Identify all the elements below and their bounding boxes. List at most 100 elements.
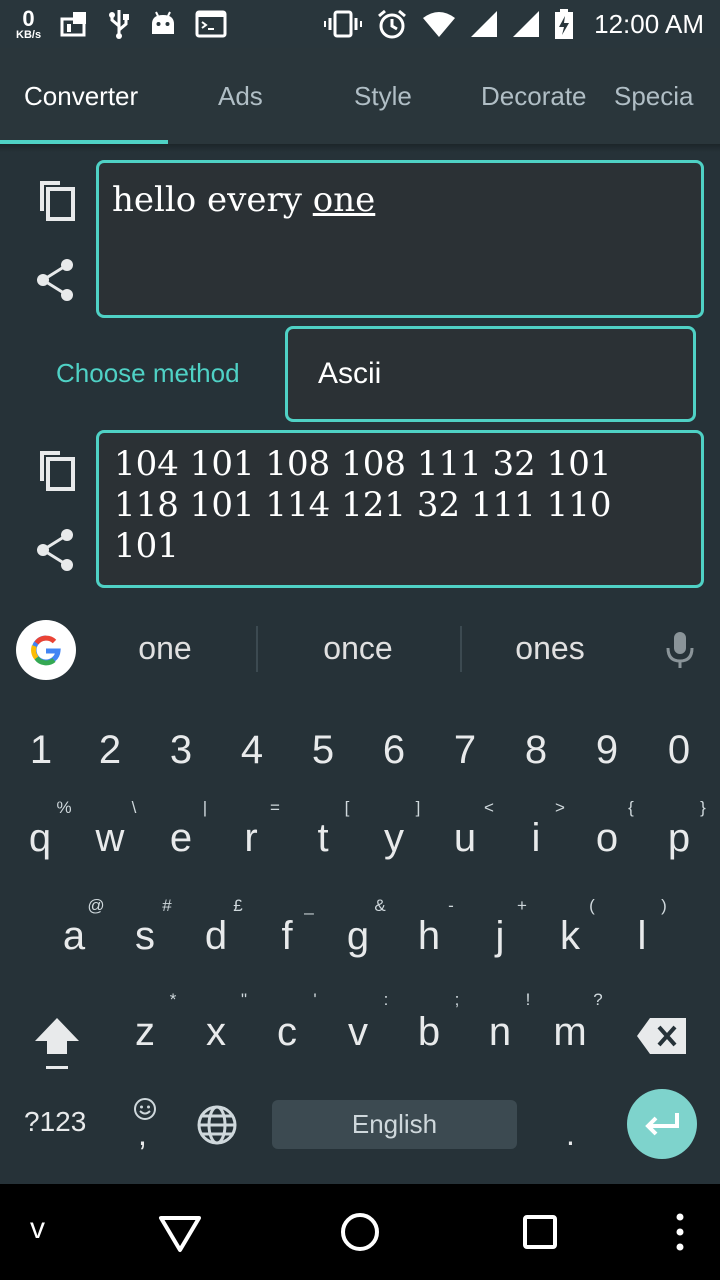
key-letter[interactable]: g	[328, 914, 388, 959]
key-hint: +	[517, 896, 527, 915]
key-number[interactable]: 6	[364, 728, 424, 773]
alarm-icon	[378, 9, 407, 39]
key-letter[interactable]: f	[257, 914, 317, 959]
key-hint: '	[313, 990, 317, 1009]
key-letter[interactable]: w	[80, 816, 140, 861]
key-letter[interactable]: q	[10, 816, 70, 861]
share-output-icon[interactable]	[34, 528, 78, 572]
key-letter[interactable]: n	[470, 1010, 530, 1055]
key-letter[interactable]: e	[151, 816, 211, 861]
collapse-keyboard-button[interactable]: v	[30, 1212, 45, 1246]
globe-icon[interactable]	[196, 1104, 238, 1146]
key-letter[interactable]: u	[435, 816, 495, 861]
key-hint: (	[589, 896, 595, 915]
key-number[interactable]: 5	[293, 728, 353, 773]
battery-charging-icon	[555, 9, 574, 39]
recents-icon[interactable]	[522, 1214, 558, 1250]
comma-key[interactable]: ,	[138, 1116, 147, 1153]
key-letter[interactable]: m	[540, 1010, 600, 1055]
terminal-icon	[195, 10, 227, 38]
wifi-icon	[423, 12, 456, 37]
microphone-icon[interactable]	[664, 630, 696, 670]
key-letter[interactable]: r	[221, 816, 281, 861]
key-number[interactable]: 1	[11, 728, 71, 773]
key-letter[interactable]: d	[186, 914, 246, 959]
period-key[interactable]: .	[566, 1116, 575, 1153]
key-letter[interactable]: z	[115, 1010, 175, 1055]
suggestion-2[interactable]: once	[262, 604, 454, 692]
back-icon[interactable]	[158, 1214, 202, 1254]
key-letter[interactable]: c	[257, 1010, 317, 1055]
signal-icon	[471, 11, 498, 37]
signal-icon-2	[513, 11, 540, 37]
android-debug-icon	[152, 11, 175, 34]
key-number[interactable]: 3	[151, 728, 211, 773]
suggestion-3[interactable]: ones	[466, 604, 634, 692]
navigation-bar: v	[0, 1184, 720, 1280]
key-hint: @	[87, 896, 105, 915]
key-letter[interactable]: t	[293, 816, 353, 861]
key-hint: |	[202, 798, 208, 817]
key-letter[interactable]: l	[612, 914, 672, 959]
key-number[interactable]: 8	[506, 728, 566, 773]
home-icon[interactable]	[340, 1212, 380, 1252]
enter-arrow-icon	[645, 1113, 679, 1136]
key-letter[interactable]: h	[399, 914, 459, 959]
key-hint: }	[700, 798, 706, 817]
data-icon	[60, 12, 87, 37]
key-number[interactable]: 9	[577, 728, 637, 773]
key-letter[interactable]: j	[470, 914, 530, 959]
key-letter[interactable]: x	[186, 1010, 246, 1055]
key-hint: ?	[593, 990, 603, 1009]
key-letter[interactable]: p	[649, 816, 709, 861]
key-hint: {	[628, 798, 634, 817]
input-text-prefix: hello every	[112, 180, 313, 220]
usb-icon	[109, 10, 130, 39]
tab-shadow	[0, 144, 720, 152]
google-logo-button[interactable]	[16, 620, 76, 680]
key-hint: :	[383, 990, 389, 1009]
key-letter[interactable]: k	[540, 914, 600, 959]
key-number[interactable]: 2	[80, 728, 140, 773]
key-hint: =	[270, 798, 280, 817]
key-hint: \	[131, 798, 137, 817]
suggestion-divider	[460, 626, 462, 672]
choose-method-label: Choose method	[56, 358, 240, 388]
key-number[interactable]: 4	[222, 728, 282, 773]
key-letter[interactable]: b	[399, 1010, 459, 1055]
copy-output-icon[interactable]	[34, 448, 78, 492]
backspace-key-icon[interactable]	[636, 1016, 688, 1056]
suggestion-1[interactable]: one	[80, 604, 250, 692]
status-bar: 0 KB/s 12:00 AM	[0, 0, 720, 48]
key-hint: %	[56, 798, 72, 817]
symbols-key[interactable]: ?123	[24, 1106, 86, 1138]
clock: 12:00 AM	[594, 8, 704, 39]
key-hint: £	[233, 896, 243, 915]
key-number[interactable]: 7	[435, 728, 495, 773]
tab-converter[interactable]: Converter	[24, 48, 138, 144]
key-letter[interactable]: a	[44, 914, 104, 959]
tab-bar: Converter Ads Style Decorate Specia	[0, 48, 720, 144]
key-letter[interactable]: y	[364, 816, 424, 861]
enter-key[interactable]	[627, 1089, 697, 1159]
key-letter[interactable]: v	[328, 1010, 388, 1055]
space-bar[interactable]: English	[272, 1100, 517, 1149]
key-hint: ]	[415, 798, 421, 817]
more-options-icon[interactable]	[674, 1212, 686, 1252]
network-speed-value: 0	[22, 5, 35, 31]
key-letter[interactable]: i	[506, 816, 566, 861]
network-speed: 0 KB/s	[16, 5, 41, 41]
copy-input-icon[interactable]	[34, 178, 78, 222]
vibrate-icon	[324, 10, 363, 38]
share-input-icon[interactable]	[34, 258, 78, 302]
tab-ads[interactable]: Ads	[218, 48, 263, 144]
tab-decorate[interactable]: Decorate	[481, 48, 587, 144]
key-letter[interactable]: s	[115, 914, 175, 959]
tab-special[interactable]: Specia	[614, 48, 694, 144]
tab-style[interactable]: Style	[354, 48, 412, 144]
key-hint: <	[484, 798, 494, 817]
key-letter[interactable]: o	[577, 816, 637, 861]
output-text-value: 104 101 108 108 111 32 101 118 101 114 1…	[114, 444, 612, 566]
key-number[interactable]: 0	[649, 728, 709, 773]
shift-key-icon[interactable]	[32, 1014, 82, 1072]
